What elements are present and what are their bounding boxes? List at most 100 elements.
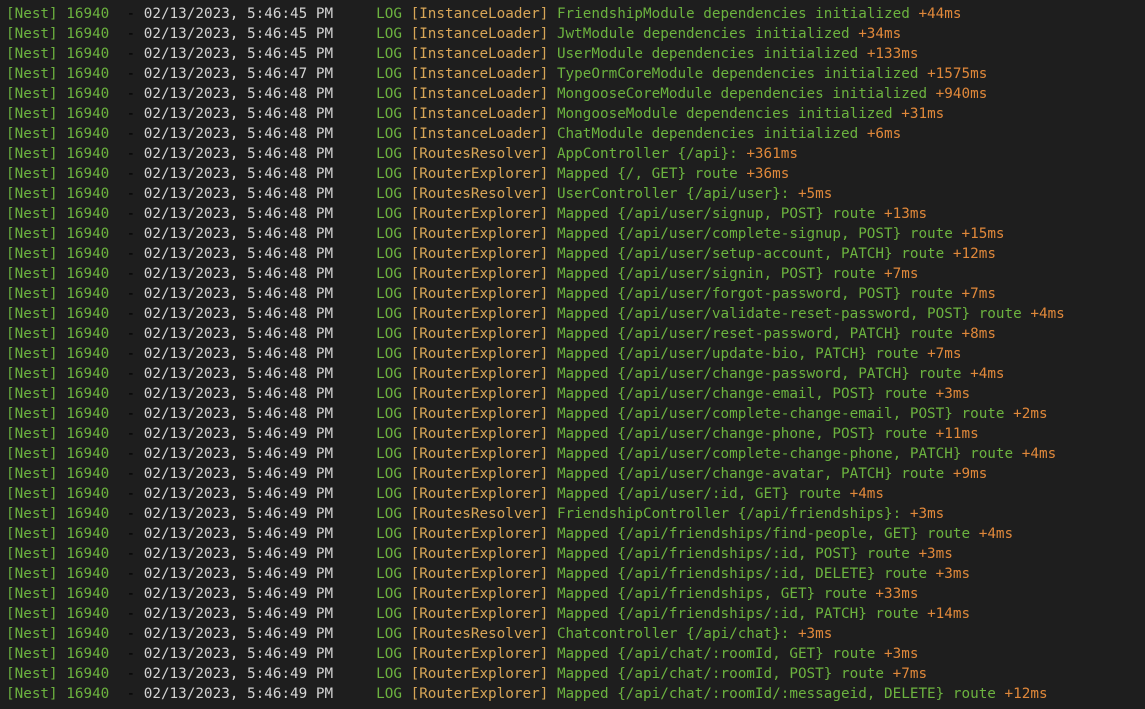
log-message: UserController {/api/user}: — [556, 186, 790, 202]
log-level: LOG — [376, 246, 402, 262]
log-level: LOG — [376, 326, 402, 342]
log-line: [Nest] 16940 - 02/13/2023, 5:46:45 PM LO… — [6, 6, 962, 22]
log-context: [RouterExplorer] — [410, 486, 549, 502]
log-level: LOG — [376, 6, 402, 22]
log-context: [RouterExplorer] — [410, 206, 549, 222]
log-level: LOG — [376, 486, 402, 502]
log-elapsed: +12ms — [1004, 686, 1048, 702]
log-level: LOG — [376, 446, 402, 462]
log-timestamp: 02/13/2023, 5:46:48 PM — [143, 326, 334, 342]
log-timestamp: 02/13/2023, 5:46:49 PM — [143, 546, 334, 562]
log-timestamp: 02/13/2023, 5:46:49 PM — [143, 626, 334, 642]
log-message: JwtModule dependencies initialized — [556, 26, 850, 42]
log-elapsed: +4ms — [1030, 306, 1065, 322]
log-timestamp: 02/13/2023, 5:46:48 PM — [143, 386, 334, 402]
log-line: [Nest] 16940 - 02/13/2023, 5:46:49 PM LO… — [6, 686, 1048, 702]
log-line: [Nest] 16940 - 02/13/2023, 5:46:49 PM LO… — [6, 606, 971, 622]
log-timestamp: 02/13/2023, 5:46:45 PM — [143, 46, 334, 62]
log-timestamp: 02/13/2023, 5:46:48 PM — [143, 86, 334, 102]
log-line: [Nest] 16940 - 02/13/2023, 5:46:45 PM LO… — [6, 26, 902, 42]
log-prefix: [Nest] 16940 — [6, 26, 110, 42]
log-line: [Nest] 16940 - 02/13/2023, 5:46:47 PM LO… — [6, 66, 988, 82]
log-level: LOG — [376, 46, 402, 62]
log-context: [RouterExplorer] — [410, 646, 549, 662]
log-elapsed: +361ms — [746, 146, 798, 162]
log-message: Mapped {/api/user/change-password, PATCH… — [556, 366, 962, 382]
log-elapsed: +4ms — [849, 486, 885, 502]
log-level: LOG — [376, 586, 402, 602]
log-elapsed: +3ms — [909, 506, 945, 522]
log-timestamp: 02/13/2023, 5:46:48 PM — [143, 246, 334, 262]
log-prefix: [Nest] 16940 — [6, 326, 110, 342]
log-prefix: [Nest] 16940 — [6, 86, 110, 102]
log-line: [Nest] 16940 - 02/13/2023, 5:46:49 PM LO… — [6, 446, 1057, 462]
log-context: [RouterExplorer] — [410, 326, 549, 342]
log-context: [RouterExplorer] — [410, 366, 549, 382]
log-message: Mapped {/api/user/validate-reset-passwor… — [556, 306, 1022, 322]
log-context: [RouterExplorer] — [410, 446, 549, 462]
log-elapsed: +11ms — [935, 426, 979, 442]
log-context: [RouterExplorer] — [410, 606, 549, 622]
log-timestamp: 02/13/2023, 5:46:48 PM — [143, 346, 334, 362]
log-elapsed: +5ms — [797, 186, 833, 202]
log-level: LOG — [376, 186, 402, 202]
log-elapsed: +1575ms — [927, 66, 988, 82]
log-timestamp: 02/13/2023, 5:46:48 PM — [143, 166, 334, 182]
log-timestamp: 02/13/2023, 5:46:48 PM — [143, 306, 334, 322]
log-message: Mapped {/api/user/change-email, POST} ro… — [556, 386, 928, 402]
log-prefix: [Nest] 16940 — [6, 546, 110, 562]
log-message: Mapped {/api/friendships/:id, PATCH} rou… — [556, 606, 919, 622]
log-context: [RouterExplorer] — [410, 586, 549, 602]
log-message: Mapped {/api/user/signup, POST} route — [556, 206, 876, 222]
log-level: LOG — [376, 546, 402, 562]
log-line: [Nest] 16940 - 02/13/2023, 5:46:48 PM LO… — [6, 326, 996, 342]
log-line: [Nest] 16940 - 02/13/2023, 5:46:48 PM LO… — [6, 86, 988, 102]
log-prefix: [Nest] 16940 — [6, 406, 110, 422]
log-line: [Nest] 16940 - 02/13/2023, 5:46:48 PM LO… — [6, 126, 902, 142]
log-context: [RoutesResolver] — [410, 506, 549, 522]
log-message: Mapped {/api/user/:id, GET} route — [556, 486, 841, 502]
log-timestamp: 02/13/2023, 5:46:49 PM — [143, 506, 334, 522]
terminal-output[interactable]: [Nest] 16940 - 02/13/2023, 5:46:45 PM LO… — [0, 0, 1145, 709]
log-timestamp: 02/13/2023, 5:46:49 PM — [143, 526, 334, 542]
log-message: Mapped {/api/friendships/:id, DELETE} ro… — [556, 566, 928, 582]
log-level: LOG — [376, 66, 402, 82]
log-message: Mapped {/api/friendships/:id, POST} rout… — [556, 546, 910, 562]
log-timestamp: 02/13/2023, 5:46:49 PM — [143, 466, 334, 482]
log-timestamp: 02/13/2023, 5:46:49 PM — [143, 446, 334, 462]
log-prefix: [Nest] 16940 — [6, 586, 110, 602]
log-level: LOG — [376, 106, 402, 122]
log-line: [Nest] 16940 - 02/13/2023, 5:46:45 PM LO… — [6, 46, 919, 62]
log-timestamp: 02/13/2023, 5:46:49 PM — [143, 646, 334, 662]
log-message: Mapped {/, GET} route — [556, 166, 738, 182]
log-level: LOG — [376, 406, 402, 422]
log-timestamp: 02/13/2023, 5:46:48 PM — [143, 106, 334, 122]
log-message: Mapped {/api/user/change-phone, POST} ro… — [556, 426, 928, 442]
log-elapsed: +31ms — [901, 106, 945, 122]
log-elapsed: +44ms — [918, 6, 962, 22]
log-prefix: [Nest] 16940 — [6, 266, 110, 282]
log-prefix: [Nest] 16940 — [6, 566, 110, 582]
log-line: [Nest] 16940 - 02/13/2023, 5:46:49 PM LO… — [6, 426, 979, 442]
log-level: LOG — [376, 566, 402, 582]
log-message: AppController {/api}: — [556, 146, 738, 162]
log-prefix: [Nest] 16940 — [6, 626, 110, 642]
log-context: [RouterExplorer] — [410, 526, 549, 542]
log-prefix: [Nest] 16940 — [6, 486, 110, 502]
log-level: LOG — [376, 506, 402, 522]
log-line: [Nest] 16940 - 02/13/2023, 5:46:48 PM LO… — [6, 186, 833, 202]
log-context: [RouterExplorer] — [410, 266, 549, 282]
log-level: LOG — [376, 206, 402, 222]
log-context: [RouterExplorer] — [410, 246, 549, 262]
log-prefix: [Nest] 16940 — [6, 66, 110, 82]
log-elapsed: +3ms — [884, 646, 919, 662]
log-elapsed: +7ms — [884, 266, 919, 282]
log-prefix: [Nest] 16940 — [6, 226, 110, 242]
log-line: [Nest] 16940 - 02/13/2023, 5:46:48 PM LO… — [6, 246, 996, 262]
log-message: Mapped {/api/user/forgot-password, POST}… — [556, 286, 953, 302]
log-timestamp: 02/13/2023, 5:46:48 PM — [143, 206, 334, 222]
log-timestamp: 02/13/2023, 5:46:49 PM — [143, 606, 334, 622]
log-elapsed: +34ms — [858, 26, 902, 42]
log-line: [Nest] 16940 - 02/13/2023, 5:46:48 PM LO… — [6, 146, 798, 162]
log-level: LOG — [376, 306, 402, 322]
